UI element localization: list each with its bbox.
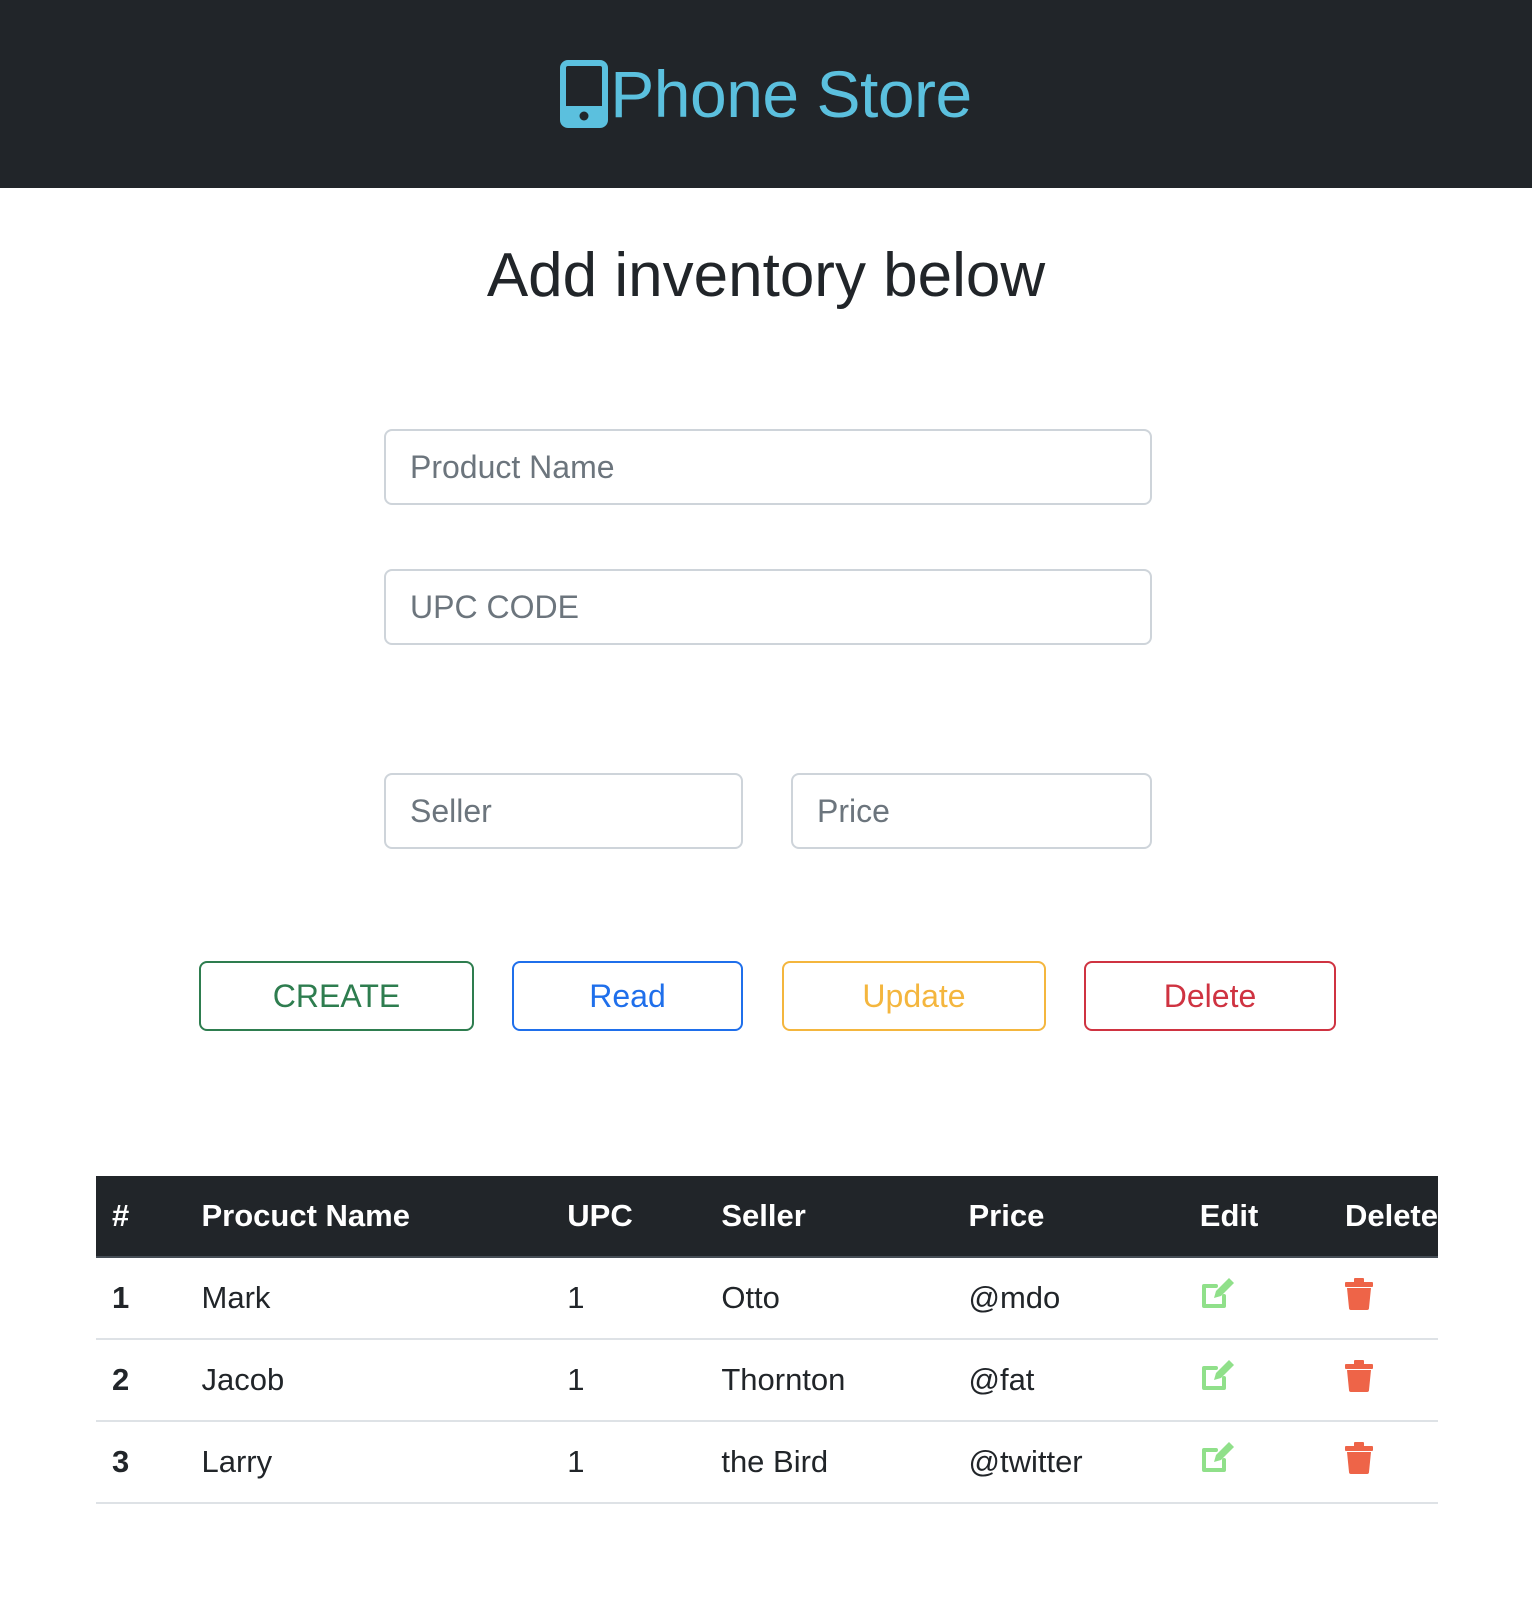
navbar: Phone Store	[0, 0, 1532, 188]
seller-input[interactable]	[384, 773, 743, 849]
edit-icon[interactable]	[1200, 1360, 1234, 1400]
mobile-phone-icon	[560, 60, 609, 128]
row-edit-cell	[1183, 1421, 1329, 1504]
row-delete-cell	[1328, 1257, 1438, 1340]
row-seller: the Bird	[705, 1421, 953, 1504]
row-price: @mdo	[952, 1257, 1184, 1340]
row-upc: 1	[551, 1421, 706, 1504]
brand-text: Phone Store	[610, 57, 972, 131]
row-delete-cell	[1328, 1421, 1438, 1504]
row-upc: 1	[551, 1339, 706, 1422]
row-delete-cell	[1328, 1339, 1438, 1422]
page-title: Add inventory below	[486, 241, 1046, 310]
upc-code-input[interactable]	[384, 569, 1152, 645]
price-input[interactable]	[791, 773, 1152, 849]
row-edit-cell	[1183, 1339, 1329, 1422]
row-seller: Otto	[705, 1257, 953, 1340]
table-row: 1 Mark 1 Otto @mdo	[96, 1257, 1438, 1340]
row-number: 3	[96, 1421, 186, 1504]
trash-icon[interactable]	[1344, 1442, 1373, 1482]
row-product-name: Jacob	[185, 1339, 552, 1422]
row-price: @fat	[952, 1339, 1184, 1422]
row-product-name: Mark	[185, 1257, 552, 1340]
trash-icon[interactable]	[1344, 1278, 1373, 1318]
row-price: @twitter	[952, 1421, 1184, 1504]
trash-icon[interactable]	[1344, 1360, 1373, 1400]
table-row: 2 Jacob 1 Thornton @fat	[96, 1339, 1438, 1422]
header-seller: Seller	[705, 1176, 953, 1258]
table-header-row: # Procuct Name UPC Seller Price Edit Del…	[96, 1176, 1438, 1258]
row-edit-cell	[1183, 1257, 1329, 1340]
delete-button[interactable]: Delete	[1084, 961, 1336, 1031]
edit-icon[interactable]	[1200, 1278, 1234, 1318]
row-upc: 1	[551, 1257, 706, 1340]
header-number: #	[96, 1176, 186, 1258]
row-number: 2	[96, 1339, 186, 1422]
update-button[interactable]: Update	[782, 961, 1046, 1031]
header-upc: UPC	[551, 1176, 706, 1258]
edit-icon[interactable]	[1200, 1442, 1234, 1482]
brand-link[interactable]: Phone Store	[560, 56, 972, 132]
table-row: 3 Larry 1 the Bird @twitter	[96, 1421, 1438, 1504]
header-price: Price	[952, 1176, 1184, 1258]
header-delete: Delete	[1328, 1176, 1438, 1258]
inventory-table: # Procuct Name UPC Seller Price Edit Del…	[96, 1176, 1438, 1504]
header-edit: Edit	[1183, 1176, 1329, 1258]
row-product-name: Larry	[185, 1421, 552, 1504]
read-button[interactable]: Read	[512, 961, 743, 1031]
row-seller: Thornton	[705, 1339, 953, 1422]
row-number: 1	[96, 1257, 186, 1340]
product-name-input[interactable]	[384, 429, 1152, 505]
header-product-name: Procuct Name	[185, 1176, 552, 1258]
create-button[interactable]: CREATE	[199, 961, 474, 1031]
